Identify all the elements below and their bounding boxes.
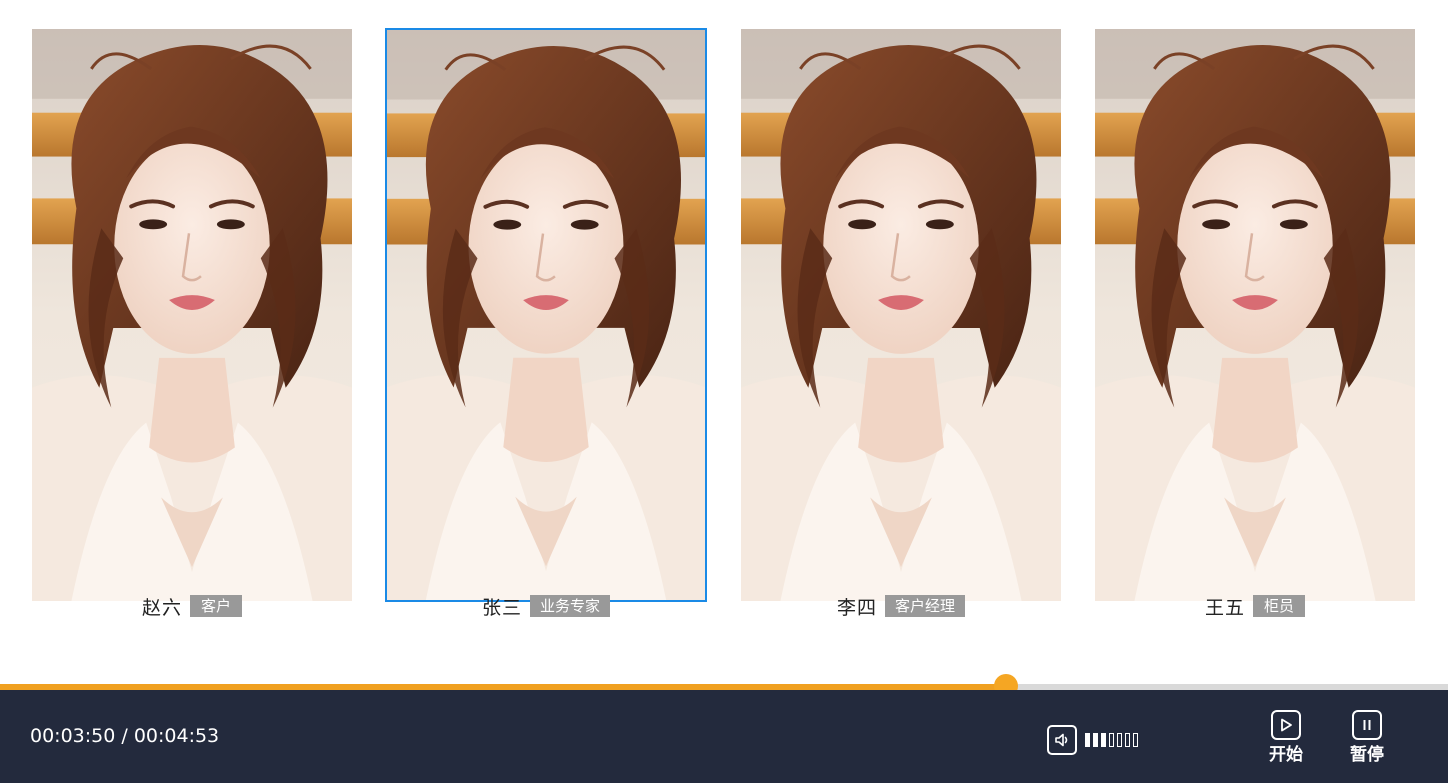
volume-level-bar[interactable]	[1125, 733, 1130, 747]
player-control-bar: 00:03:50 / 00:04:53 开始 暂停	[0, 690, 1448, 783]
role-badge: 业务专家	[530, 595, 611, 617]
start-label: 开始	[1269, 745, 1303, 765]
participant-video-3	[740, 28, 1062, 602]
pause-button[interactable]: 暂停	[1347, 710, 1387, 765]
start-button[interactable]: 开始	[1266, 710, 1306, 765]
participant-video-2	[385, 28, 707, 602]
role-badge: 客户经理	[885, 595, 966, 617]
volume-level-bar[interactable]	[1117, 733, 1122, 747]
volume-level-bar[interactable]	[1109, 733, 1114, 747]
participant-video-4	[1094, 28, 1416, 602]
speaker-icon[interactable]	[1047, 725, 1077, 755]
role-badge: 柜员	[1253, 595, 1305, 617]
participant-caption-1: 赵六 客户	[31, 593, 353, 619]
play-icon	[1271, 710, 1301, 740]
participant-card-4[interactable]	[1094, 28, 1416, 602]
role-badge: 客户	[190, 595, 242, 617]
volume-level-bar[interactable]	[1093, 733, 1098, 747]
participant-card-2[interactable]	[385, 28, 707, 602]
participant-name: 李四	[836, 596, 877, 619]
participant-caption-3: 李四 客户经理	[740, 593, 1062, 619]
volume-level-bar[interactable]	[1085, 733, 1090, 747]
participant-name: 张三	[481, 596, 522, 619]
participant-caption-4: 王五 柜员	[1094, 593, 1416, 619]
participant-name: 王五	[1204, 596, 1245, 619]
participant-name: 赵六	[141, 596, 182, 619]
participant-video-1	[31, 28, 353, 602]
volume-level-bars[interactable]	[1085, 733, 1138, 747]
participant-card-1[interactable]	[31, 28, 353, 602]
playback-time: 00:03:50 / 00:04:53	[30, 725, 220, 747]
volume-level-bar[interactable]	[1101, 733, 1106, 747]
participant-card-3[interactable]	[740, 28, 1062, 602]
pause-icon	[1352, 710, 1382, 740]
participant-caption-2: 张三 业务专家	[385, 593, 707, 619]
volume-control	[1047, 725, 1138, 755]
volume-level-bar[interactable]	[1133, 733, 1138, 747]
pause-label: 暂停	[1350, 745, 1384, 765]
